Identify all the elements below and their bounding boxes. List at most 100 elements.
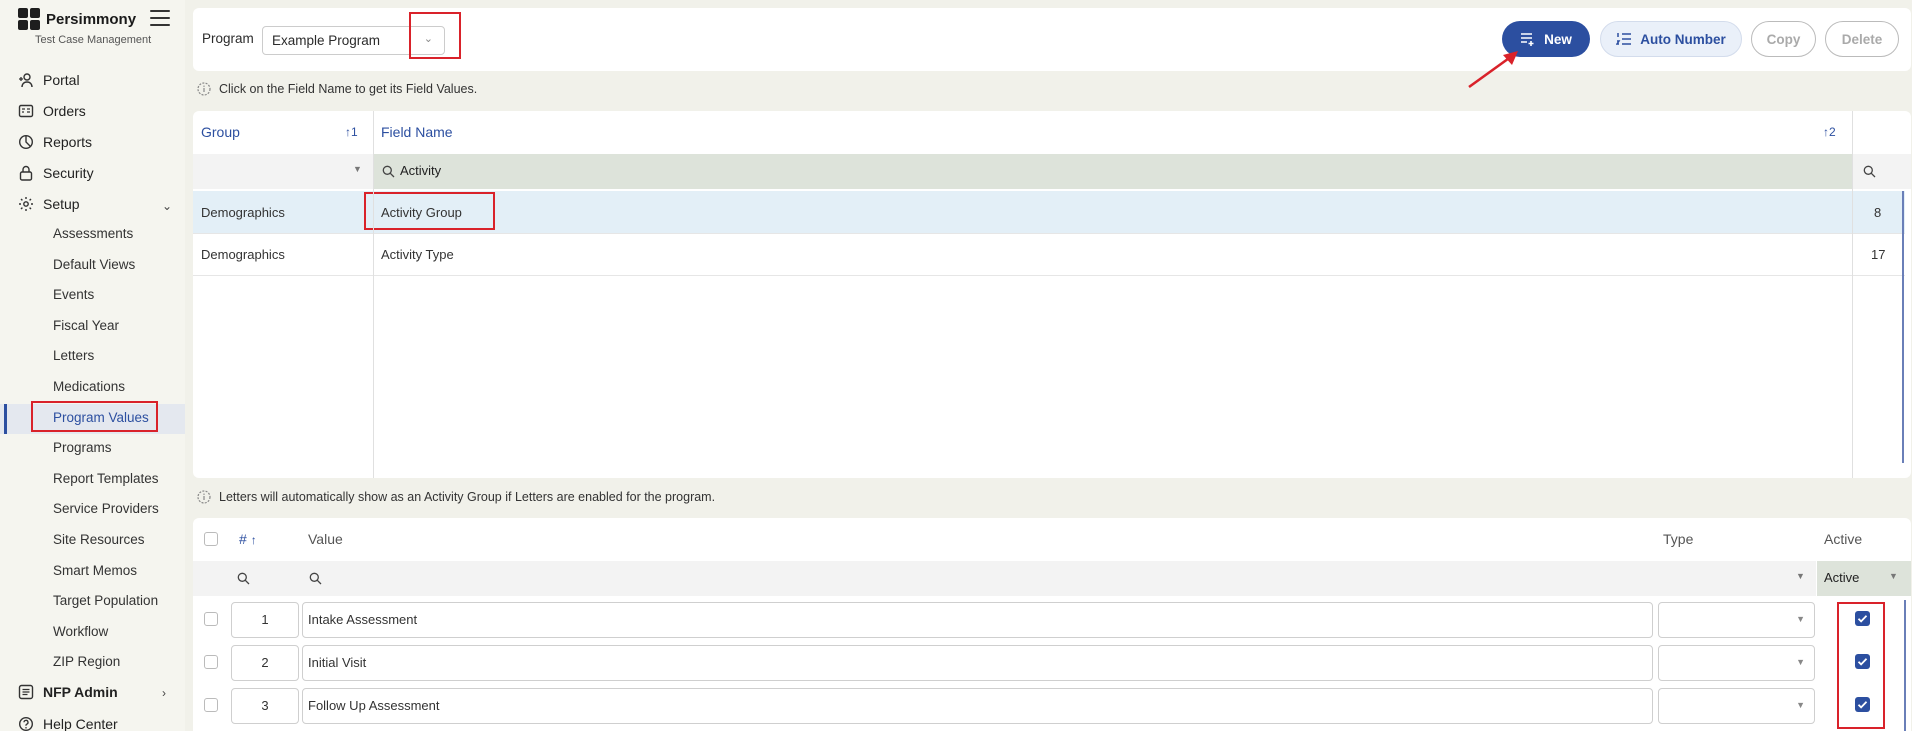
sidebar-subitem-fiscal-year[interactable]: Fiscal Year <box>53 318 119 333</box>
field-name-cell[interactable]: Activity Type <box>381 247 454 262</box>
sidebar-item-help-center[interactable]: Help Center <box>18 716 118 731</box>
sidebar-subitem-events[interactable]: Events <box>53 287 94 302</box>
fields-scrollbar[interactable] <box>1902 191 1904 463</box>
annotation-highlight-program-dropdown <box>409 12 461 59</box>
sidebar-subitem-site-resources[interactable]: Site Resources <box>53 532 145 547</box>
search-icon[interactable] <box>309 572 322 585</box>
values-filter-row: ▼ <box>193 561 1816 596</box>
select-all-checkbox[interactable] <box>204 532 218 546</box>
field-name-filter[interactable]: Activity <box>374 154 1852 189</box>
sidebar-subitem-medications[interactable]: Medications <box>53 379 125 394</box>
annotation-arrow <box>1468 51 1518 89</box>
sidebar-subitem-letters[interactable]: Letters <box>53 348 94 363</box>
sidebar-item-label: Portal <box>43 72 80 88</box>
number-column-header[interactable]: # ↑ <box>239 531 257 547</box>
sidebar-subitem-service-providers[interactable]: Service Providers <box>53 501 159 516</box>
app-subtitle: Test Case Management <box>35 34 152 46</box>
delete-button[interactable]: Delete <box>1825 21 1899 57</box>
value-field[interactable]: Initial Visit <box>302 645 1653 681</box>
group-sort-indicator[interactable]: ↑1 <box>345 125 358 139</box>
value-column-header[interactable]: Value <box>308 531 343 547</box>
count-cell: 8 <box>1874 205 1882 220</box>
values-scrollbar[interactable] <box>1904 600 1906 731</box>
fields-info: Click on the Field Name to get its Field… <box>197 82 477 96</box>
sidebar-subitem-programs[interactable]: Programs <box>53 440 112 455</box>
active-filter-value: Active <box>1824 570 1860 585</box>
search-icon <box>382 165 395 178</box>
chevron-down-icon[interactable]: ▼ <box>1796 571 1805 581</box>
sidebar-item-orders[interactable]: Orders <box>18 103 86 119</box>
sidebar-subitem-zip-region[interactable]: ZIP Region <box>53 654 120 669</box>
sidebar-item-reports[interactable]: Reports <box>18 134 92 150</box>
numbered-list-icon <box>1616 33 1632 45</box>
program-label: Program <box>202 31 254 46</box>
sidebar-item-label: Security <box>43 165 94 181</box>
sidebar-item-setup[interactable]: Setup <box>18 196 80 212</box>
group-filter[interactable]: ▼ <box>193 154 373 189</box>
program-select-value: Example Program <box>272 33 381 48</box>
app-logo[interactable]: Persimmony <box>18 8 136 30</box>
chevron-right-icon[interactable]: › <box>162 686 166 700</box>
portal-icon <box>19 73 33 88</box>
chevron-down-icon: ▼ <box>1796 614 1805 624</box>
row-checkbox[interactable] <box>204 612 218 626</box>
value-field[interactable]: Intake Assessment <box>302 602 1653 638</box>
sidebar-subitem-smart-memos[interactable]: Smart Memos <box>53 563 137 578</box>
annotation-highlight-program-values <box>31 401 158 432</box>
active-column-header[interactable]: Active <box>1824 531 1862 547</box>
sidebar-subitem-workflow[interactable]: Workflow <box>53 624 108 639</box>
search-icon <box>1863 165 1876 178</box>
copy-button[interactable]: Copy <box>1751 21 1816 57</box>
row-checkbox[interactable] <box>204 655 218 669</box>
gear-icon <box>19 197 33 211</box>
field-name-sort-indicator[interactable]: ↑2 <box>1823 125 1836 139</box>
chevron-down-icon: ▼ <box>353 164 362 174</box>
sidebar: Persimmony Test Case Management Portal O… <box>0 0 185 731</box>
row-checkbox[interactable] <box>204 698 218 712</box>
count-filter[interactable] <box>1853 154 1911 189</box>
add-list-icon <box>1521 33 1534 46</box>
type-select[interactable]: ▼ <box>1658 645 1815 681</box>
row-number-field[interactable]: 3 <box>231 688 299 724</box>
sidebar-subitem-target-population[interactable]: Target Population <box>53 593 158 608</box>
row-divider <box>193 233 1905 234</box>
group-column-header[interactable]: Group <box>201 124 240 140</box>
type-select[interactable]: ▼ <box>1658 602 1815 638</box>
orders-icon <box>18 104 34 118</box>
info-icon <box>197 490 211 504</box>
active-item-indicator <box>4 404 7 434</box>
type-column-header[interactable]: Type <box>1663 531 1693 547</box>
annotation-highlight-activity-group <box>364 192 495 230</box>
row-divider <box>193 275 1905 276</box>
sidebar-subitem-default-views[interactable]: Default Views <box>53 257 135 272</box>
sidebar-item-label: Setup <box>43 196 80 212</box>
annotation-highlight-active-checkboxes <box>1837 602 1885 729</box>
chevron-down-icon: ▼ <box>1796 700 1805 710</box>
sidebar-item-label: NFP Admin <box>43 684 118 700</box>
lock-icon <box>19 165 33 181</box>
info-icon <box>197 82 211 96</box>
sidebar-item-nfp-admin[interactable]: NFP Admin <box>18 684 118 700</box>
group-cell: Demographics <box>201 247 285 262</box>
menu-icon[interactable] <box>150 10 170 26</box>
sidebar-item-portal[interactable]: Portal <box>18 72 80 88</box>
nfp-admin-icon <box>18 684 34 700</box>
help-icon <box>19 717 33 731</box>
row-number-field[interactable]: 2 <box>231 645 299 681</box>
chevron-down-icon[interactable]: ⌄ <box>162 199 172 213</box>
app-name: Persimmony <box>46 10 137 28</box>
sidebar-subitem-assessments[interactable]: Assessments <box>53 226 133 241</box>
sidebar-subitem-report-templates[interactable]: Report Templates <box>53 471 159 486</box>
active-filter[interactable]: Active ▼ <box>1817 561 1911 596</box>
chevron-down-icon: ▼ <box>1796 657 1805 667</box>
value-field[interactable]: Follow Up Assessment <box>302 688 1653 724</box>
row-number-field[interactable]: 1 <box>231 602 299 638</box>
auto-number-button[interactable]: Auto Number <box>1600 21 1742 57</box>
field-name-column-header[interactable]: Field Name <box>381 124 453 140</box>
search-icon[interactable] <box>237 572 250 585</box>
field-name-filter-value: Activity <box>400 163 442 178</box>
type-select[interactable]: ▼ <box>1658 688 1815 724</box>
sidebar-item-label: Reports <box>43 134 93 150</box>
count-cell: 17 <box>1871 247 1886 262</box>
sidebar-item-security[interactable]: Security <box>18 165 94 181</box>
